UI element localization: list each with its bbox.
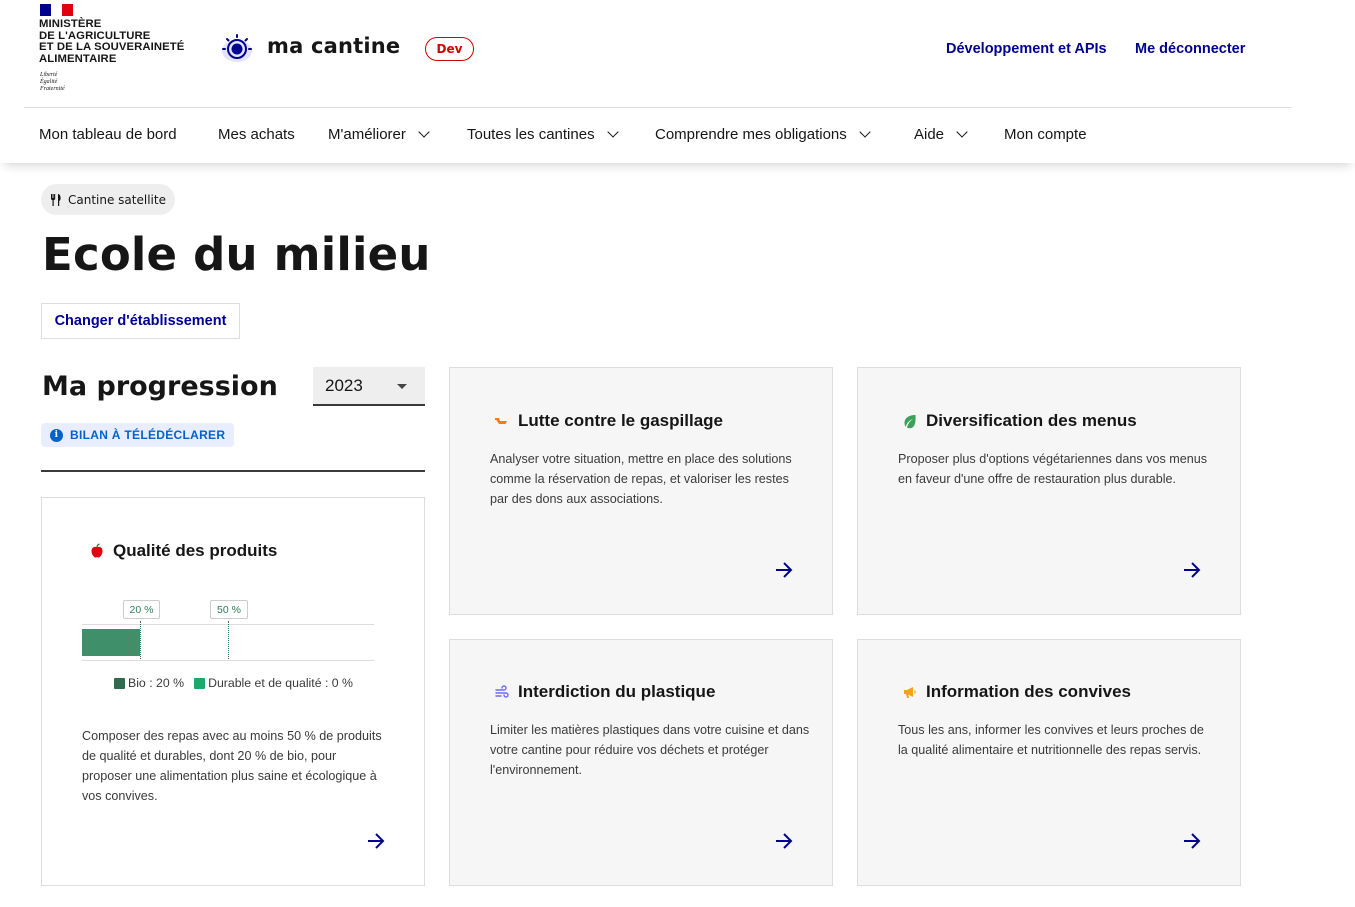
nav-item-improve[interactable]: M'améliorer bbox=[328, 126, 430, 143]
cutlery-icon bbox=[51, 193, 61, 206]
nav-item-account[interactable]: Mon compte bbox=[1004, 126, 1087, 143]
nav-item-all-canteens[interactable]: Toutes les cantines bbox=[467, 126, 619, 143]
apple-icon bbox=[91, 543, 103, 558]
information-card-title: Information des convives bbox=[902, 682, 1131, 702]
canteen-type-label: Cantine satellite bbox=[68, 192, 166, 207]
nav-item-label: Comprendre mes obligations bbox=[655, 126, 847, 143]
card-title-label: Information des convives bbox=[926, 682, 1131, 701]
progress-title: Ma progression bbox=[42, 371, 278, 402]
nav-item-dashboard[interactable]: Mon tableau de bord bbox=[39, 126, 177, 143]
canteen-type-tag: Cantine satellite bbox=[41, 184, 175, 215]
waste-card-description: Analyser votre situation, mettre en plac… bbox=[490, 452, 792, 506]
information-card-description: Tous les ans, informer les convives et l… bbox=[898, 723, 1204, 757]
wind-icon bbox=[495, 685, 509, 698]
page-title: Ecole du milieu bbox=[42, 228, 431, 281]
chevron-down-icon bbox=[606, 126, 619, 138]
legend-label-durable: Durable et de qualité : 0 % bbox=[208, 676, 353, 690]
card-title-label: Interdiction du plastique bbox=[518, 682, 716, 701]
status-badge-label: BILAN À TÉLÉDÉCLARER bbox=[70, 428, 226, 442]
card-title-label: Lutte contre le gaspillage bbox=[518, 411, 723, 430]
megaphone-icon bbox=[904, 687, 916, 698]
nav-item-label: Aide bbox=[914, 126, 945, 143]
legend-item-bio: Bio : 20 % bbox=[114, 676, 184, 690]
legend-swatch-durable bbox=[194, 677, 206, 689]
plastic-card-title: Interdiction du plastique bbox=[494, 682, 715, 702]
dropdown-arrow-icon bbox=[397, 384, 407, 389]
logout-link[interactable]: Me déconnecter bbox=[1135, 41, 1245, 57]
status-badge: i BILAN À TÉLÉDÉCLARER bbox=[41, 423, 235, 447]
year-select[interactable]: 2023 bbox=[313, 367, 425, 406]
chart-legend: Bio : 20 % Durable et de qualité : 0 % bbox=[114, 676, 353, 690]
waste-icon bbox=[495, 418, 507, 424]
nav-item-purchases[interactable]: Mes achats bbox=[218, 126, 295, 143]
arrow-right-icon[interactable] bbox=[774, 561, 794, 579]
ministry-name[interactable]: Ministère de l'Agriculture et de la Souv… bbox=[39, 18, 184, 65]
arrow-right-icon[interactable] bbox=[366, 832, 386, 850]
nav-item-label: Mon tableau de bord bbox=[39, 126, 177, 143]
nav-item-help[interactable]: Aide bbox=[914, 126, 968, 143]
quality-card-title: Qualité des produits bbox=[89, 541, 277, 561]
card-title-label: Diversification des menus bbox=[926, 411, 1137, 430]
bio-bar bbox=[82, 629, 141, 656]
bio-target-label: 20 % bbox=[123, 600, 160, 619]
chevron-down-icon bbox=[418, 126, 430, 138]
legend-swatch-bio bbox=[114, 677, 125, 689]
card-title-label: Qualité des produits bbox=[113, 541, 278, 560]
quality-card-description: Composer des repas avec au moins 50 % de… bbox=[82, 729, 382, 803]
bio-target-marker bbox=[140, 621, 142, 661]
arrow-right-icon[interactable] bbox=[1182, 832, 1202, 850]
header-divider bbox=[24, 107, 1291, 108]
leaf-icon bbox=[904, 415, 916, 429]
nav-item-obligations[interactable]: Comprendre mes obligations bbox=[655, 126, 871, 143]
section-divider bbox=[41, 470, 425, 472]
developer-apis-link[interactable]: Développement et APIs bbox=[946, 41, 1107, 57]
marianne-flag-logo bbox=[40, 4, 73, 16]
app-name[interactable]: ma cantine bbox=[267, 34, 400, 58]
diversification-card-description: Proposer plus d'options végétariennes da… bbox=[898, 452, 1208, 486]
ma-cantine-logo-icon[interactable] bbox=[218, 34, 256, 64]
quality-target-marker bbox=[228, 621, 229, 661]
nav-item-label: Mes achats bbox=[218, 126, 295, 143]
environment-badge: Dev bbox=[425, 37, 474, 61]
chevron-down-icon bbox=[859, 126, 871, 138]
chart-bottom-axis bbox=[82, 660, 374, 661]
arrow-right-icon[interactable] bbox=[774, 832, 794, 850]
nav-item-label: Mon compte bbox=[1004, 126, 1087, 143]
change-establishment-button[interactable]: Changer d'établissement bbox=[41, 303, 240, 339]
arrow-right-icon[interactable] bbox=[1182, 561, 1202, 579]
quality-target-label: 50 % bbox=[210, 600, 248, 619]
site-header: Ministère de l'Agriculture et de la Souv… bbox=[0, 0, 1355, 163]
republic-motto: Liberté Égalité Fraternité bbox=[40, 72, 65, 92]
diversification-card-title: Diversification des menus bbox=[902, 411, 1137, 431]
waste-card-title: Lutte contre le gaspillage bbox=[494, 411, 723, 431]
info-icon: i bbox=[50, 428, 63, 442]
legend-label-bio: Bio : 20 % bbox=[128, 676, 185, 690]
nav-item-label: Toutes les cantines bbox=[467, 126, 595, 143]
nav-item-label: M'améliorer bbox=[328, 126, 406, 143]
chevron-down-icon bbox=[956, 126, 968, 138]
plastic-card-description: Limiter les matières plastiques dans vot… bbox=[490, 723, 810, 777]
year-select-value: 2023 bbox=[325, 375, 363, 395]
legend-item-durable: Durable et de qualité : 0 % bbox=[194, 676, 353, 690]
